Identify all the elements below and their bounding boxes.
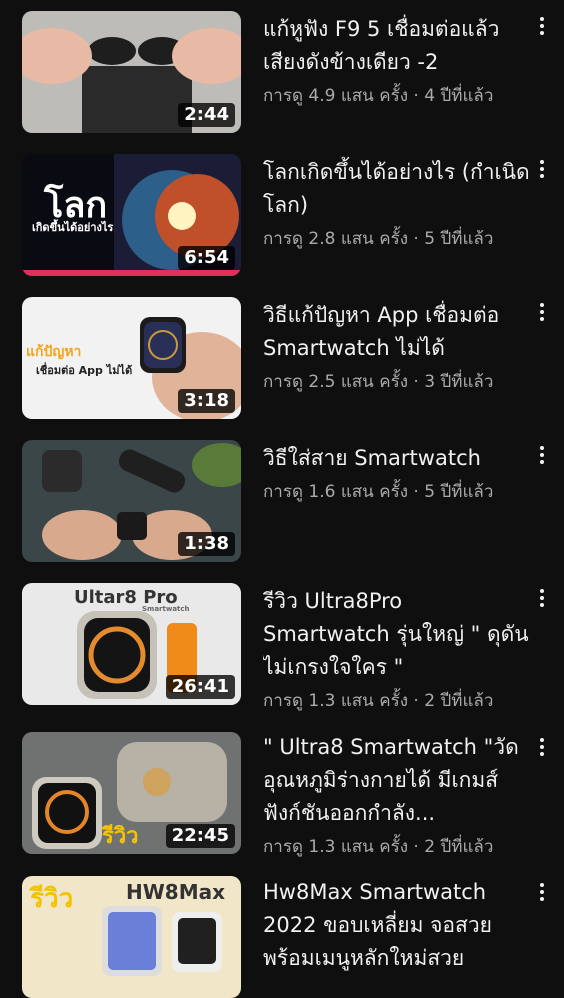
video-meta: การดู 1.3 แสน ครั้ง · 2 ปีที่แล้ว	[263, 837, 494, 857]
more-options-icon[interactable]	[532, 880, 552, 904]
video-thumbnail[interactable]: 2:44	[22, 11, 241, 133]
video-meta: การดู 1.6 แสน ครั้ง · 5 ปีที่แล้ว	[263, 482, 494, 502]
thumbnail-big-text: แก้ปัญหา	[26, 344, 82, 360]
video-duration: 26:41	[165, 675, 235, 699]
video-meta: การดู 2.8 แสน ครั้ง · 5 ปีที่แล้ว	[263, 229, 494, 249]
thumbnail-small-text: Smartwatch	[142, 605, 190, 613]
thumbnail-big-text: รีวิว	[30, 884, 74, 914]
video-meta: การดู 2.5 แสน ครั้ง · 3 ปีที่แล้ว	[263, 372, 494, 392]
thumbnail-small-text: HW8Max	[126, 880, 226, 904]
thumbnail-big-text: รีวิว	[102, 824, 139, 849]
video-thumbnail[interactable]: รีวิว HW8Max	[22, 876, 241, 998]
video-thumbnail[interactable]: โลก เกิดขึ้นได้อย่างไร 6:54	[22, 154, 241, 276]
video-title[interactable]: วิธีใส่สาย Smartwatch	[263, 442, 533, 475]
more-options-icon[interactable]	[532, 735, 552, 759]
more-options-icon[interactable]	[532, 14, 552, 38]
video-thumbnail[interactable]: รีวิว 22:45	[22, 732, 241, 854]
video-duration: 3:18	[178, 389, 235, 413]
thumbnail-small-text: เกิดขึ้นได้อย่างไร	[32, 221, 114, 234]
video-duration: 22:45	[165, 824, 235, 848]
video-title[interactable]: รีวิว Ultra8Pro Smartwatch รุ่นใหญ่ " ดุ…	[263, 585, 533, 684]
video-duration: 6:54	[178, 246, 235, 270]
video-title[interactable]: " Ultra8 Smartwatch "วัดอุณหภูมิร่างกายไ…	[263, 731, 533, 830]
video-title[interactable]: วิธีแก้ปัญหา App เชื่อมต่อ Smartwatch ไม…	[263, 299, 533, 365]
more-options-icon[interactable]	[532, 300, 552, 324]
thumbnail-small-text: เชื่อมต่อ App ไม่ได้	[36, 364, 133, 377]
video-duration: 2:44	[178, 103, 235, 127]
video-title[interactable]: โลกเกิดขึ้นได้อย่างไร (กำเนิดโลก)	[263, 156, 533, 222]
video-thumbnail[interactable]: Ultar8 Pro Smartwatch 26:41	[22, 583, 241, 705]
video-thumbnail[interactable]: แก้ปัญหา เชื่อมต่อ App ไม่ได้ 3:18	[22, 297, 241, 419]
video-title[interactable]: Hw8Max Smartwatch 2022 ขอบเหลี่ยม จอสวย …	[263, 876, 533, 975]
video-meta: การดู 4.9 แสน ครั้ง · 4 ปีที่แล้ว	[263, 86, 494, 106]
more-options-icon[interactable]	[532, 157, 552, 181]
more-options-icon[interactable]	[532, 586, 552, 610]
video-title[interactable]: แก้หูฟัง F9 5 เชื่อมต่อแล้วเสียงดังข้างเ…	[263, 13, 533, 79]
more-options-icon[interactable]	[532, 443, 552, 467]
video-thumbnail[interactable]: 1:38	[22, 440, 241, 562]
video-duration: 1:38	[178, 532, 235, 556]
video-meta: การดู 1.3 แสน ครั้ง · 2 ปีที่แล้ว	[263, 691, 494, 711]
